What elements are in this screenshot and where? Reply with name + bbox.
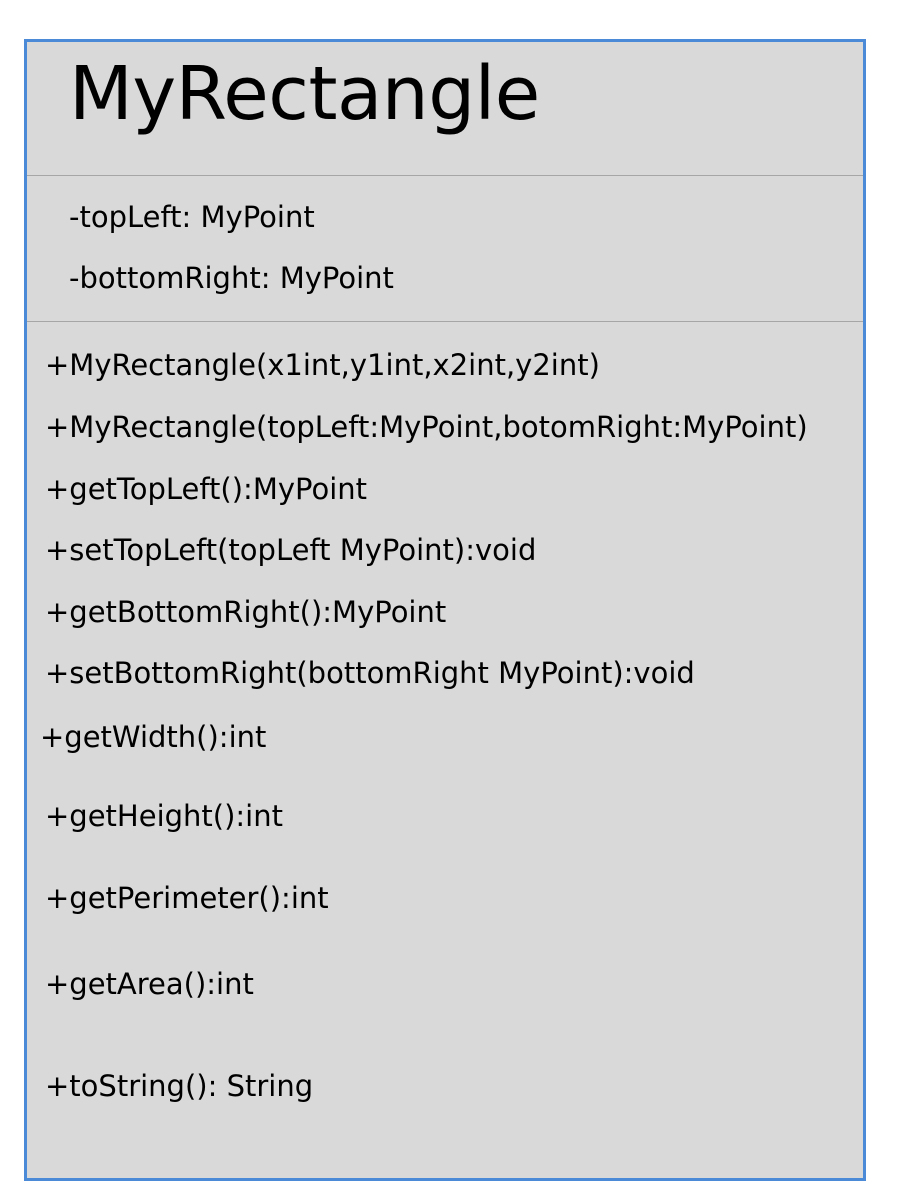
attribute-top-left: -topLeft: MyPoint [69, 200, 315, 234]
operation-get-height: +getHeight():int [45, 799, 283, 833]
attributes-operations-divider [27, 321, 863, 322]
operation-constructor-ints: +MyRectangle(x1int,y1int,x2int,y2int) [45, 348, 600, 382]
operation-set-top-left: +setTopLeft(topLeft MyPoint):void [45, 533, 537, 567]
attribute-bottom-right: -bottomRight: MyPoint [69, 261, 394, 295]
operation-constructor-points: +MyRectangle(topLeft:MyPoint,botomRight:… [45, 410, 808, 444]
operation-get-top-left: +getTopLeft():MyPoint [45, 472, 368, 506]
operation-set-bottom-right: +setBottomRight(bottomRight MyPoint):voi… [45, 656, 695, 690]
name-attributes-divider [27, 175, 863, 176]
operation-get-area: +getArea():int [45, 967, 254, 1001]
class-name: MyRectangle [69, 51, 540, 137]
uml-class-box: MyRectangle -topLeft: MyPoint -bottomRig… [24, 39, 866, 1181]
operation-get-bottom-right: +getBottomRight():MyPoint [45, 595, 447, 629]
operation-get-perimeter: +getPerimeter():int [45, 881, 329, 915]
operation-get-width: +getWidth():int [40, 720, 267, 754]
operation-to-string: +toString(): String [45, 1069, 314, 1103]
